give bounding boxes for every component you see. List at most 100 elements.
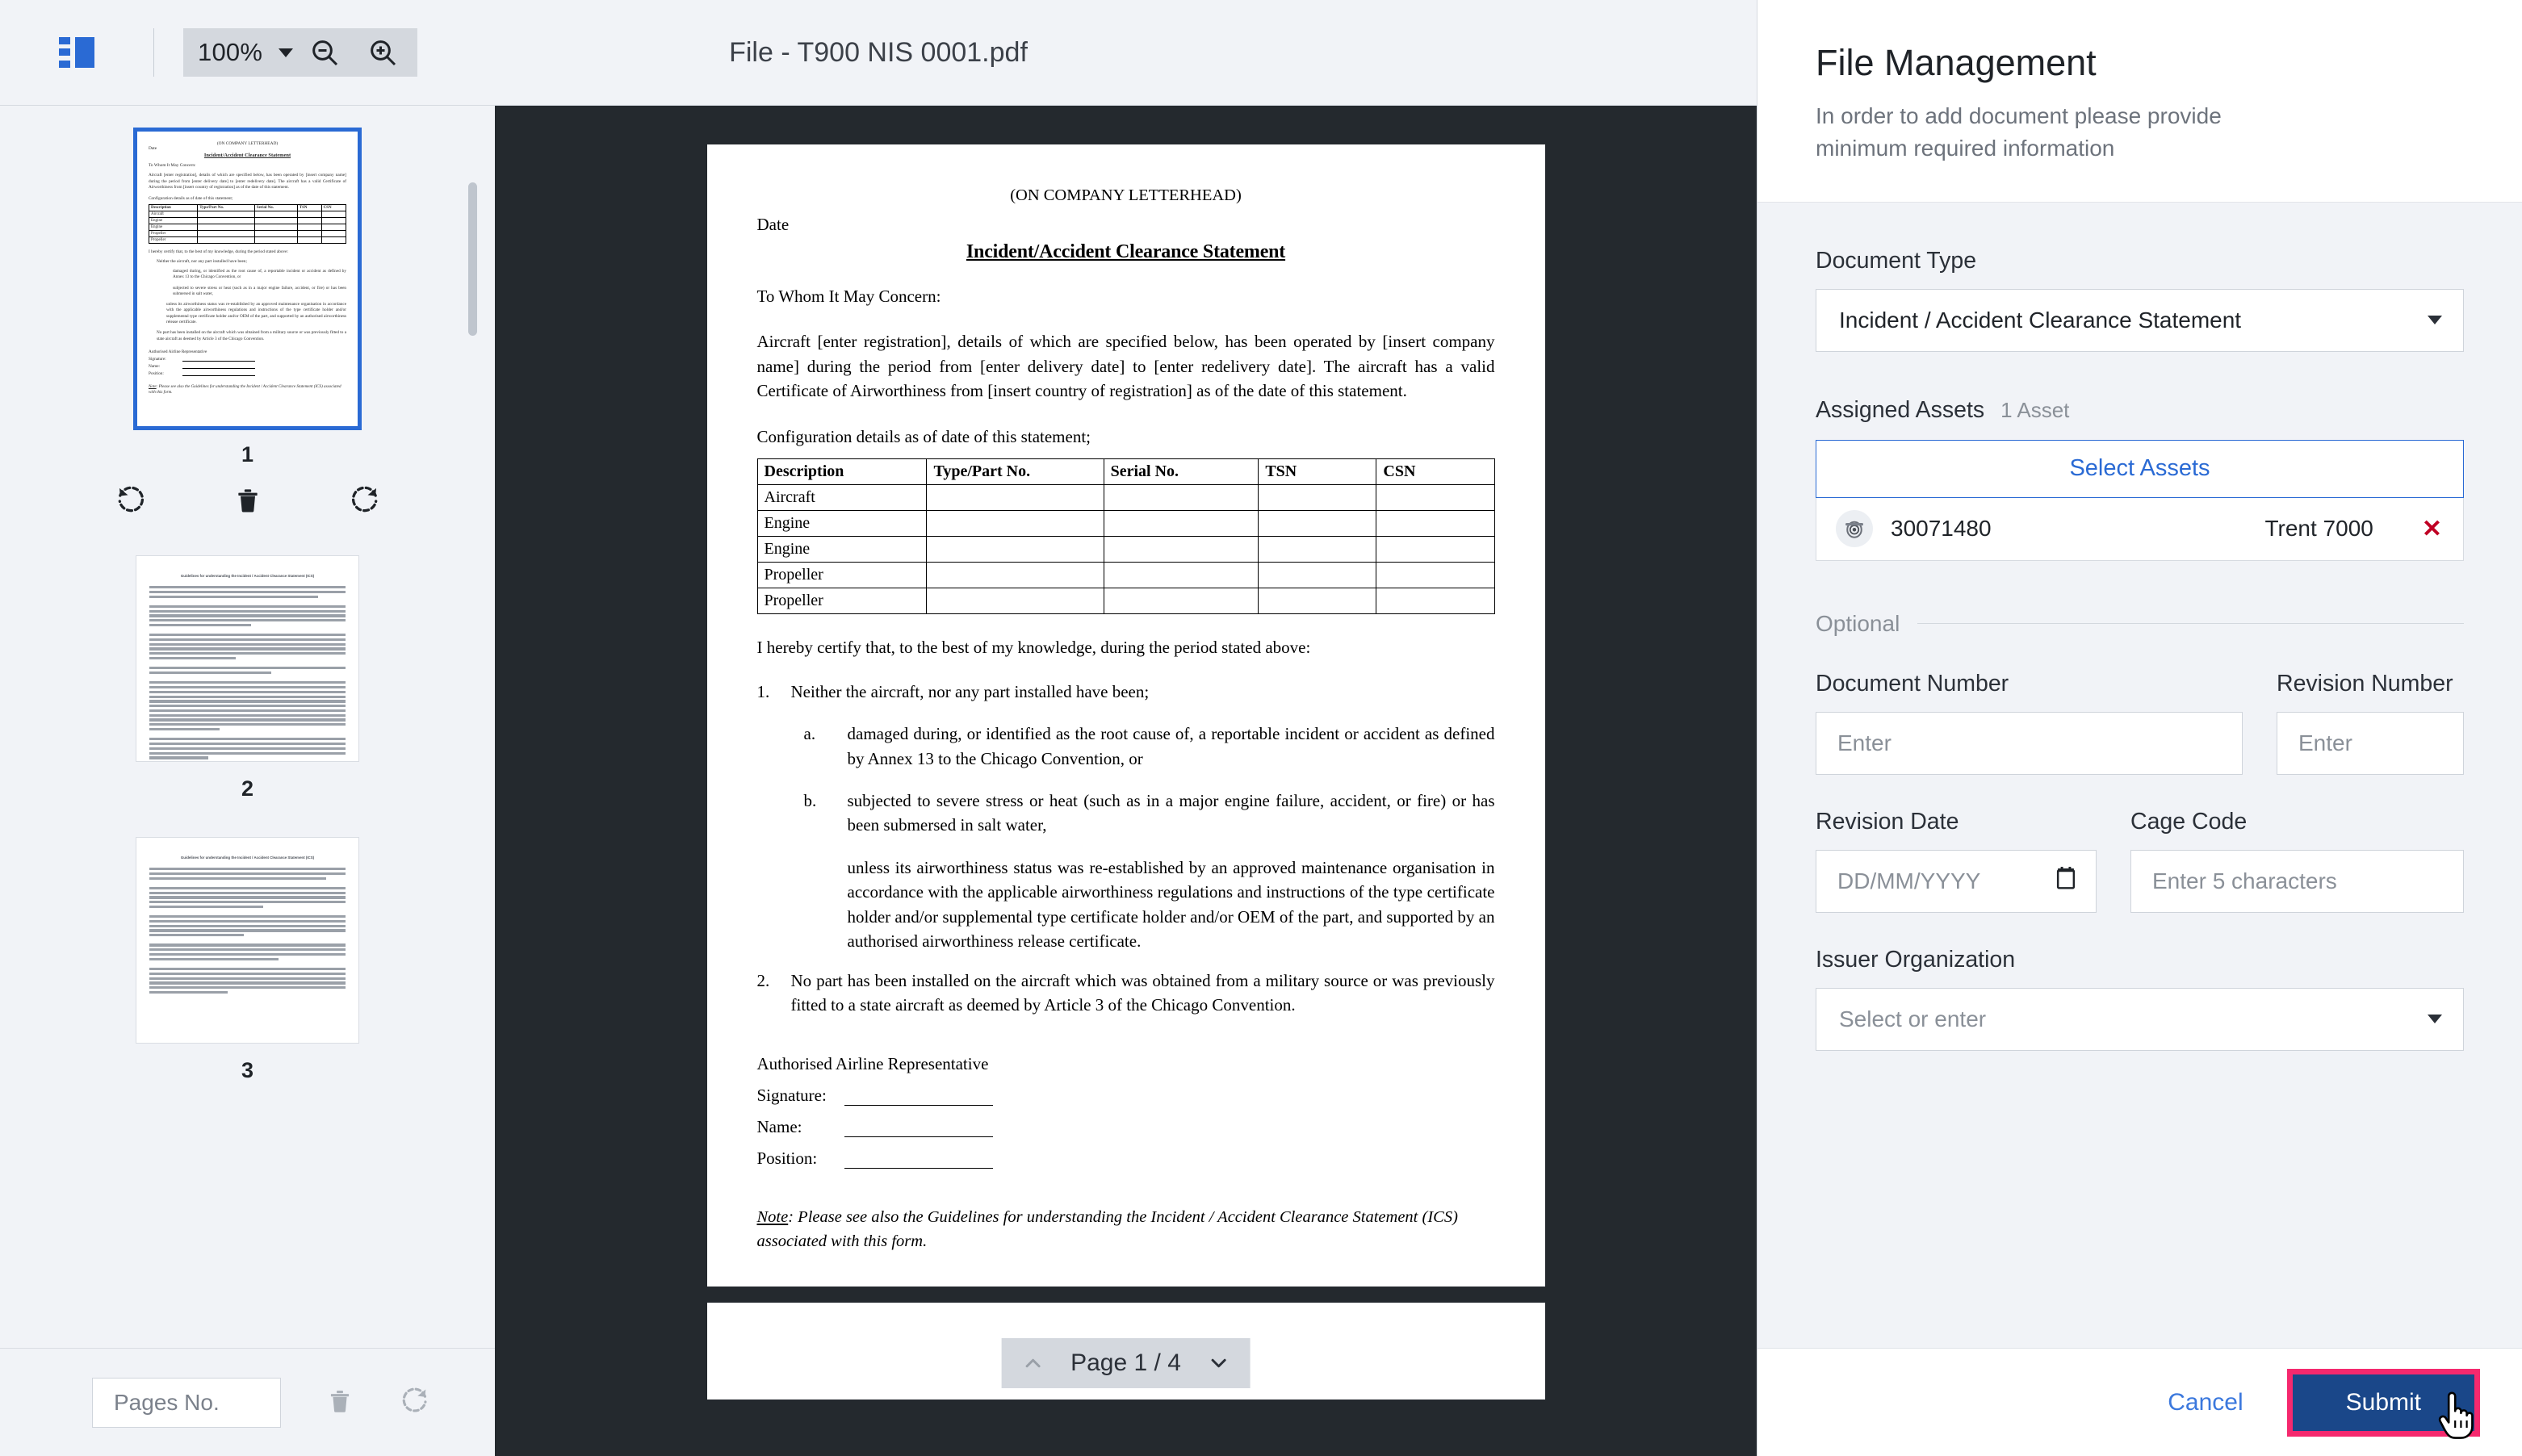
doc-intro-paragraph: Aircraft [enter registration], details o… — [756, 332, 1495, 401]
doc-note-text: : Please see also the Guidelines for und… — [756, 1208, 1458, 1251]
thumbnail-rail: (ON COMPANY LETTERHEAD) Date Incident/Ac… — [0, 106, 495, 1456]
name-label: Name: — [756, 1117, 802, 1137]
revision-number-label: Revision Number — [2277, 670, 2453, 697]
thumb-position: Position: — [149, 370, 164, 376]
chevron-down-icon[interactable] — [2428, 316, 2442, 324]
document-stage[interactable]: (ON COMPANY LETTERHEAD) Date Incident/Ac… — [495, 106, 1757, 1456]
thumbnail-scroll-area[interactable]: (ON COMPANY LETTERHEAD) Date Incident/Ac… — [0, 106, 495, 1348]
list-item-letter: a. — [803, 724, 816, 744]
table-cell — [926, 562, 1104, 589]
thumb-date: Date — [149, 146, 157, 151]
thumbnail-page-preview[interactable]: Guidelines for understanding the Inciden… — [136, 837, 359, 1044]
list-item-text: Neither the aircraft, nor any part insta… — [790, 681, 1150, 701]
thumbnail-item-1[interactable]: (ON COMPANY LETTERHEAD) Date Incident/Ac… — [0, 127, 495, 520]
thumbnail-scrollbar[interactable] — [468, 182, 477, 336]
doc-config-table: Description Type/Part No. Serial No. TSN… — [756, 458, 1495, 615]
footer-rotate-right-icon[interactable] — [399, 1385, 429, 1420]
table-row: Aircraft — [756, 484, 1495, 512]
zoom-level-value: 100% — [198, 38, 263, 66]
thumbnail-page-preview[interactable]: Guidelines for understanding the Inciden… — [136, 555, 359, 763]
table-header-row: Description Type/Part No. Serial No. TSN… — [756, 458, 1495, 486]
zoom-out-icon[interactable] — [298, 30, 351, 75]
table-cell: Engine — [756, 510, 928, 538]
pdf-viewer-pane: 100% File - T900 NIS 0001.pdf (ON COMPAN… — [0, 0, 1757, 1456]
thumb-name: Name: — [149, 363, 161, 369]
chevron-down-icon[interactable] — [2428, 1015, 2442, 1023]
position-label: Position: — [756, 1148, 818, 1169]
thumbnail-item-3[interactable]: Guidelines for understanding the Inciden… — [0, 837, 495, 1083]
trash-icon[interactable] — [232, 483, 264, 520]
calendar-icon[interactable] — [2054, 865, 2078, 897]
table-header-cell: CSN — [1376, 458, 1495, 486]
cage-code-input[interactable]: Enter 5 characters — [2130, 849, 2464, 913]
viewer-body: (ON COMPANY LETTERHEAD) Date Incident/Ac… — [0, 106, 1757, 1456]
table-cell — [1103, 562, 1259, 589]
thumb-td: Engine — [148, 224, 199, 232]
list-item-letter: b. — [803, 790, 817, 810]
table-row: Propeller — [756, 588, 1495, 615]
list-item-number: 1. — [756, 681, 770, 701]
divider-line — [1917, 623, 2464, 624]
thumb-rep: Authorised Airline Representative — [149, 349, 207, 354]
assigned-assets-count: 1 Asset — [2000, 397, 2070, 422]
footer-trash-icon[interactable] — [325, 1385, 355, 1420]
signature-row: Signature: — [757, 1086, 1495, 1107]
doc-config-line: Configuration details as of date of this… — [756, 426, 1091, 446]
issuer-organization-select[interactable]: Select or enter — [1816, 987, 2464, 1051]
thumb-certify: I hereby certify that, to the best of my… — [149, 249, 288, 255]
thumbnail-footer-toolbar: Pages No. — [0, 1348, 495, 1456]
document-revision-number-row: Document Number Enter Revision Number En… — [1816, 671, 2464, 775]
pages-no-input[interactable]: Pages No. — [92, 1377, 281, 1428]
asset-model: Trent 7000 — [2264, 516, 2373, 541]
revision-date-input[interactable]: DD/MM/YYYY — [1816, 849, 2097, 913]
document-page-1: (ON COMPANY LETTERHEAD) Date Incident/Ac… — [706, 144, 1545, 1287]
revision-number-input[interactable]: Enter — [2277, 711, 2464, 775]
document-number-label: Document Number — [1816, 670, 2009, 697]
thumb-th: Type/Part No. — [197, 204, 255, 212]
thumbnail-item-2[interactable]: Guidelines for understanding the Inciden… — [0, 555, 495, 801]
app-root: 100% File - T900 NIS 0001.pdf (ON COMPAN… — [0, 0, 2522, 1456]
thumbnail-page-preview[interactable]: (ON COMPANY LETTERHEAD) Date Incident/Ac… — [133, 127, 362, 431]
panel-subtitle: In order to add document please provide … — [1816, 103, 2222, 161]
panel-footer: Cancel Submit — [1757, 1348, 2522, 1456]
close-icon[interactable]: ✕ — [2422, 515, 2442, 543]
rotate-left-icon[interactable] — [115, 483, 148, 520]
document-number-input[interactable]: Enter — [1816, 711, 2243, 775]
thumb-sig: Signature: — [149, 356, 166, 362]
list-item: 2. No part has been installed on the air… — [757, 969, 1495, 1018]
thumb-td: Propeller — [148, 230, 199, 238]
table-cell — [1376, 510, 1495, 538]
table-cell — [1103, 510, 1259, 538]
table-row: Engine — [756, 536, 1495, 563]
thumb-note-prefix: Note — [149, 383, 157, 389]
revision-number-field: Revision Number Enter — [2277, 671, 2464, 775]
zoom-control-group[interactable]: 100% — [183, 28, 418, 77]
document-type-select[interactable]: Incident / Accident Clearance Statement — [1816, 288, 2464, 352]
position-row: Position: — [757, 1148, 1495, 1169]
table-row: Propeller — [756, 562, 1495, 589]
chevron-down-icon[interactable] — [279, 48, 294, 57]
list-item: a. damaged during, or identified as the … — [757, 722, 1495, 771]
issuer-organization-field: Issuer Organization Select or enter — [1816, 947, 2464, 1051]
select-assets-button[interactable]: Select Assets — [1816, 439, 2464, 498]
panel-header: File Management In order to add document… — [1757, 0, 2522, 203]
thumb-item1b: subjected to severe stress or heat (such… — [173, 285, 346, 296]
chevron-down-icon[interactable] — [1205, 1349, 1233, 1377]
chevron-up-icon[interactable] — [1019, 1349, 1046, 1377]
zoom-in-icon[interactable] — [356, 30, 409, 75]
asset-row[interactable]: 30071480 Trent 7000 ✕ — [1816, 497, 2464, 561]
cancel-button[interactable]: Cancel — [2140, 1389, 2270, 1416]
doc-certification-list: 1. Neither the aircraft, nor any part in… — [757, 680, 1495, 1018]
asset-id: 30071480 — [1891, 516, 1992, 541]
table-cell — [1103, 484, 1259, 512]
name-row: Name: — [756, 1117, 1495, 1138]
assigned-assets-header: Assigned Assets 1 Asset — [1816, 397, 2464, 424]
thumb-item1: Neither the aircraft, nor any part insta… — [157, 259, 247, 265]
page-indicator-label: Page 1 / 4 — [1070, 1349, 1181, 1376]
rotate-right-icon[interactable] — [348, 483, 380, 520]
app-logo-icon — [59, 37, 94, 68]
table-header-cell: Description — [756, 458, 928, 486]
signature-line — [844, 1091, 993, 1107]
cage-code-label: Cage Code — [2130, 808, 2248, 835]
optional-label: Optional — [1816, 610, 1900, 636]
